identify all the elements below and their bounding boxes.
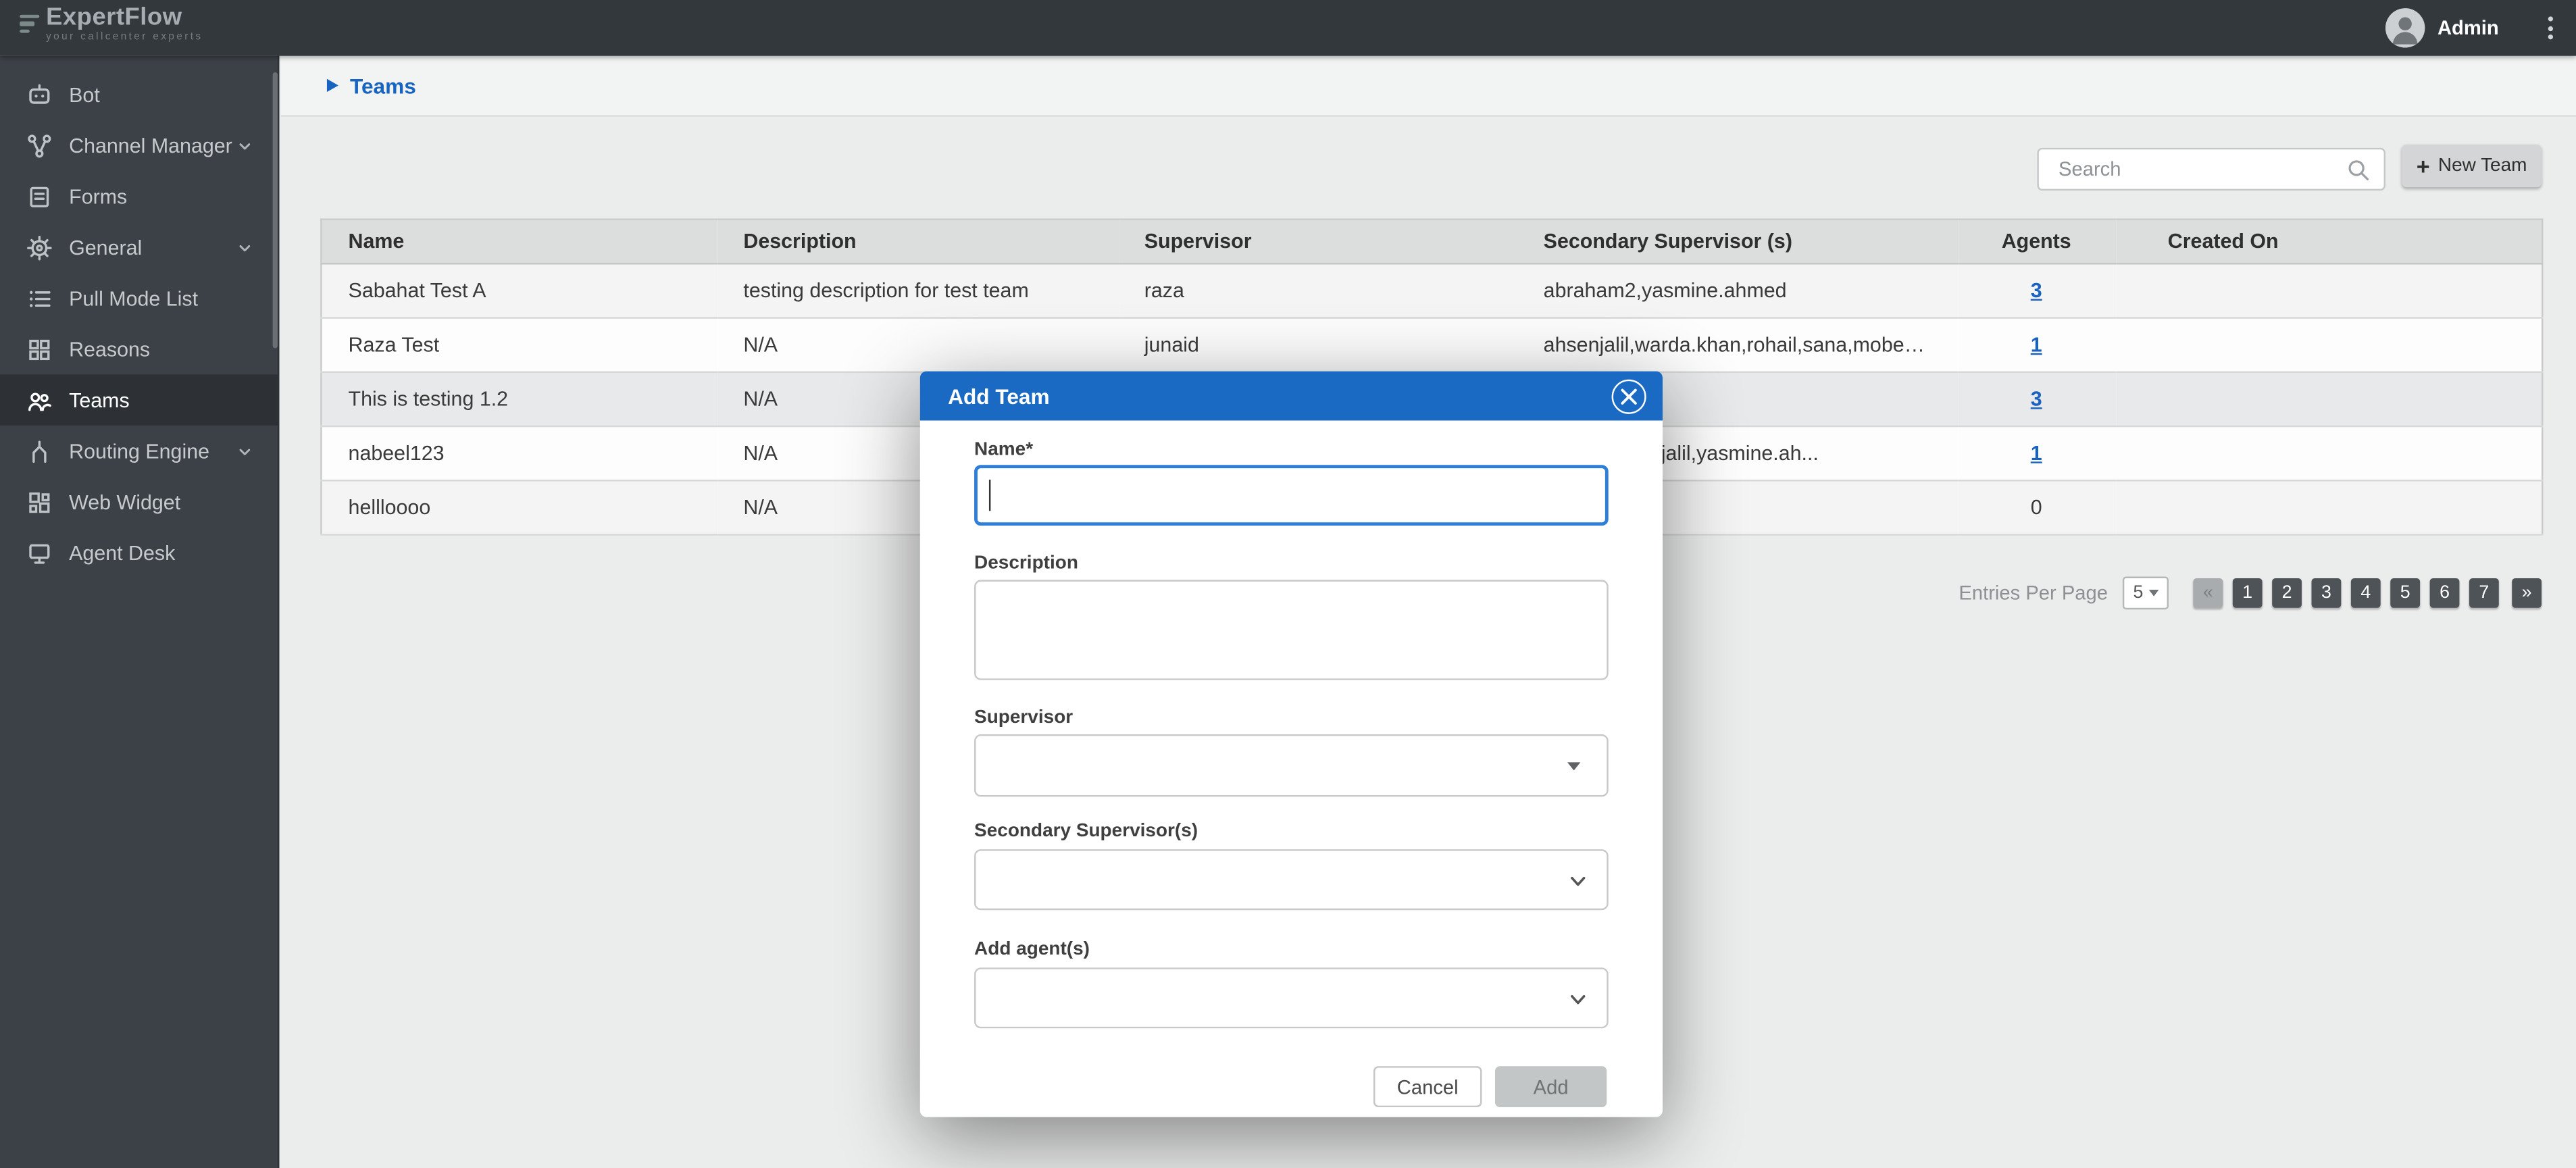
team-name-field: [974, 465, 1609, 526]
sidebar-item-web-widget[interactable]: Web Widget: [0, 476, 278, 527]
agents-count-link[interactable]: 3: [2031, 388, 2042, 411]
cancel-button[interactable]: Cancel: [1373, 1066, 1482, 1107]
sidebar-item-general[interactable]: General: [0, 222, 278, 272]
close-icon[interactable]: [1612, 379, 1646, 413]
table-row[interactable]: Sabahat Test A testing description for t…: [321, 263, 2542, 318]
web-widget-icon: [26, 488, 53, 515]
chevron-down-icon: [235, 237, 255, 257]
sidebar-scrollbar[interactable]: [273, 72, 278, 349]
search-input[interactable]: [2039, 157, 2346, 180]
secondary-supervisor-label: Secondary Supervisor(s): [974, 821, 1198, 841]
chevron-down-icon: [235, 136, 255, 155]
chevron-down-icon: [1567, 988, 1589, 1010]
sidebar-item-teams[interactable]: Teams: [0, 374, 278, 425]
app-logo: ExpertFlow your callcenter experts: [20, 5, 203, 43]
sidebar-item-reasons[interactable]: Reasons: [0, 324, 278, 374]
agent-desk-icon: [26, 540, 53, 566]
column-header-secondary-supervisor: Secondary Supervisor (s): [1517, 220, 1958, 264]
team-name-input[interactable]: [974, 465, 1609, 526]
logo-title: ExpertFlow: [46, 5, 203, 29]
chevron-down-icon: [1567, 870, 1589, 892]
pull-mode-list-icon: [26, 285, 53, 311]
breadcrumb[interactable]: Teams: [281, 56, 2576, 117]
agents-count-link[interactable]: 1: [2031, 442, 2042, 465]
sidebar-item-pull-mode-list[interactable]: Pull Mode List: [0, 273, 278, 324]
table-header-row: Name Description Supervisor Secondary Su…: [321, 220, 2542, 264]
sidebar-item-channel-manager[interactable]: Channel Manager: [0, 120, 278, 171]
user-name[interactable]: Admin: [2438, 16, 2499, 39]
dropdown-caret-icon: [1567, 761, 1580, 769]
app-header: ExpertFlow your callcenter experts Admin: [0, 0, 2576, 56]
sidebar-item-agent-desk[interactable]: Agent Desk: [0, 528, 278, 578]
breadcrumb-arrow-icon: [327, 79, 338, 92]
entries-per-page-label: Entries Per Page: [1959, 582, 2108, 605]
column-header-supervisor: Supervisor: [1118, 220, 1517, 264]
column-header-agents: Agents: [1957, 220, 2115, 264]
pagination-page-1[interactable]: 1: [2233, 578, 2263, 608]
search-icon: [2346, 157, 2371, 181]
add-button[interactable]: Add: [1495, 1066, 1607, 1107]
text-cursor: [989, 480, 990, 511]
logo-bars-icon: [20, 15, 39, 33]
sidebar-item-routing-engine[interactable]: Routing Engine: [0, 426, 278, 476]
forms-icon: [26, 183, 53, 209]
pagination-prev-button[interactable]: «: [2193, 578, 2223, 608]
supervisor-label: Supervisor: [974, 708, 1073, 728]
pagination-page-7[interactable]: 7: [2469, 578, 2499, 608]
pagination-page-6[interactable]: 6: [2430, 578, 2460, 608]
user-avatar[interactable]: [2385, 8, 2424, 47]
breadcrumb-label: Teams: [350, 73, 416, 97]
column-header-created-on: Created On: [2115, 220, 2542, 264]
table-row[interactable]: Raza Test N/A junaid ahsenjalil,warda.kh…: [321, 318, 2542, 372]
new-team-button[interactable]: + New Team: [2402, 145, 2542, 187]
search-box: [2037, 148, 2385, 191]
reasons-icon: [26, 336, 53, 362]
sidebar-item-forms[interactable]: Forms: [0, 171, 278, 222]
bot-icon: [26, 81, 53, 107]
agents-count-link[interactable]: 3: [2031, 279, 2042, 302]
chevron-down-icon: [2148, 590, 2158, 596]
pagination-page-4[interactable]: 4: [2351, 578, 2381, 608]
description-textarea[interactable]: [974, 580, 1609, 680]
agents-count-link[interactable]: 1: [2031, 334, 2042, 357]
column-header-description: Description: [717, 220, 1117, 264]
secondary-supervisor-select[interactable]: [974, 849, 1609, 910]
supervisor-select[interactable]: [974, 734, 1609, 796]
column-header-name: Name: [321, 220, 717, 264]
pagination-page-2[interactable]: 2: [2272, 578, 2302, 608]
sidebar: Bot Channel Manager Forms General Pull M…: [0, 56, 279, 1168]
logo-tagline: your callcenter experts: [46, 33, 203, 43]
description-label: Description: [974, 554, 1078, 574]
chevron-down-icon: [235, 441, 255, 461]
pagination-page-5[interactable]: 5: [2390, 578, 2420, 608]
pagination-next-button[interactable]: »: [2512, 578, 2542, 608]
agents-count: 0: [2031, 496, 2042, 519]
modal-title: Add Team: [948, 384, 1050, 408]
general-gear-icon: [26, 234, 53, 261]
entries-per-page-select[interactable]: 5: [2123, 577, 2169, 610]
modal-header: Add Team: [920, 372, 1663, 421]
pagination-page-3[interactable]: 3: [2312, 578, 2342, 608]
plus-icon: +: [2417, 155, 2430, 178]
add-agents-label: Add agent(s): [974, 940, 1090, 959]
teams-icon: [26, 387, 53, 413]
kebab-menu-icon[interactable]: [2542, 10, 2560, 46]
channel-manager-icon: [26, 132, 53, 159]
sidebar-item-bot[interactable]: Bot: [0, 69, 278, 120]
add-team-modal: Add Team Name* Description Supervisor Se…: [920, 372, 1663, 1117]
name-label: Name*: [974, 440, 1033, 460]
add-agents-select[interactable]: [974, 967, 1609, 1028]
routing-engine-icon: [26, 438, 53, 464]
pagination: Entries Per Page 5 « 1 2 3 4 5 6 7 »: [1959, 577, 2542, 610]
